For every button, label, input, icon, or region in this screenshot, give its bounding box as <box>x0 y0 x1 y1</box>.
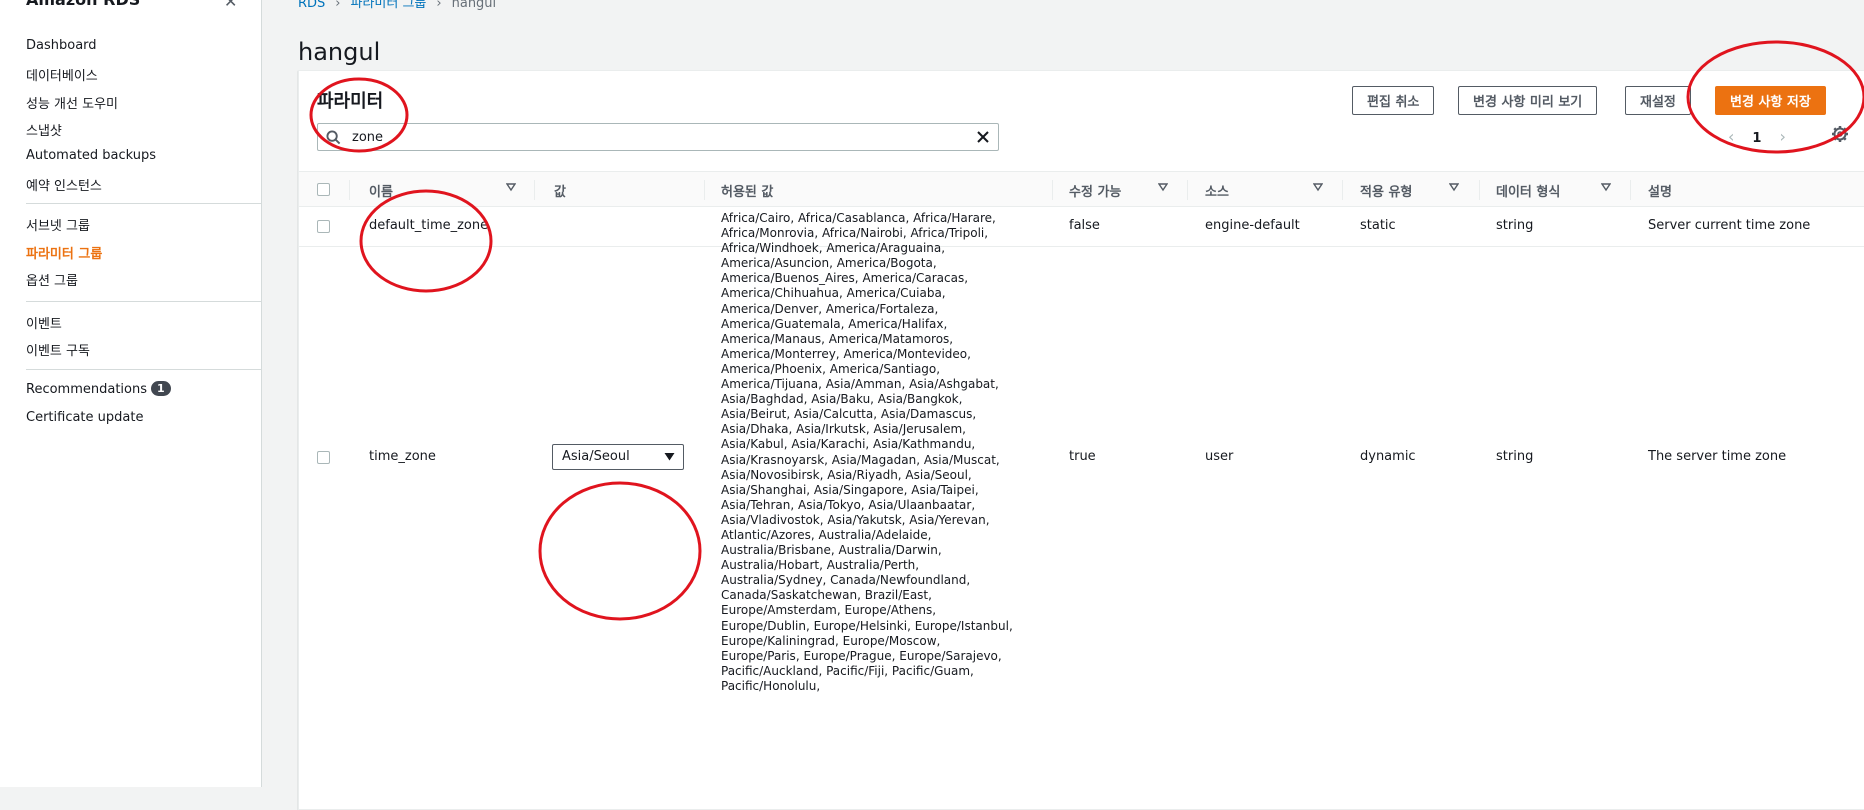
breadcrumb-rds[interactable]: RDS <box>298 0 325 11</box>
search-input[interactable] <box>350 127 950 147</box>
sidebar-item-snapshots[interactable]: 스냅샷 <box>26 120 62 139</box>
search-icon <box>326 130 341 145</box>
sort-caret-icon[interactable] <box>1449 182 1459 192</box>
sidebar-item-performance-insights[interactable]: 성능 개선 도우미 <box>26 93 118 112</box>
sidebar-divider <box>26 301 262 302</box>
caret-down-icon <box>664 453 675 461</box>
selected-value: Asia/Seoul <box>562 449 630 464</box>
column-divider <box>1052 180 1053 200</box>
close-icon[interactable] <box>976 130 990 144</box>
column-header-value[interactable]: 값 <box>554 181 566 200</box>
row-divider <box>299 246 1864 247</box>
sidebar-divider <box>26 369 262 370</box>
sidebar-item-dashboard[interactable]: Dashboard <box>26 38 97 53</box>
param-data-type: string <box>1496 449 1534 464</box>
sidebar-item-automated-backups[interactable]: Automated backups <box>26 148 156 163</box>
sort-caret-icon[interactable] <box>1313 182 1323 192</box>
pagination: ‹ 1 › <box>1719 127 1795 146</box>
chevron-left-icon[interactable]: ‹ <box>1728 127 1734 146</box>
param-description: Server current time zone <box>1648 218 1811 233</box>
param-apply-type: dynamic <box>1360 449 1416 464</box>
breadcrumb: RDS › 파라미터 그룹 › hangul <box>298 0 496 11</box>
search-field[interactable] <box>317 123 999 151</box>
column-header-name[interactable]: 이름 <box>369 181 393 200</box>
column-header-source[interactable]: 소스 <box>1205 181 1229 200</box>
table-header: 이름 값 허용된 값 수정 가능 소스 적용 유형 데이터 형식 설명 <box>299 171 1864 207</box>
column-divider <box>349 180 350 200</box>
param-source: user <box>1205 449 1234 464</box>
param-modifiable: false <box>1069 218 1100 233</box>
allowed-values: Africa/Cairo, Africa/Casablanca, Africa/… <box>721 211 1013 693</box>
sort-caret-icon[interactable] <box>1158 182 1168 192</box>
breadcrumb-parameter-groups[interactable]: 파라미터 그룹 <box>351 0 427 11</box>
page-number[interactable]: 1 <box>1752 131 1761 146</box>
panel-title: 파라미터 <box>317 91 384 112</box>
sidebar-item-databases[interactable]: 데이터베이스 <box>26 65 98 84</box>
sidebar-item-subnet-groups[interactable]: 서브넷 그룹 <box>26 215 90 234</box>
column-header-allowed-values[interactable]: 허용된 값 <box>721 181 773 200</box>
parameters-panel: 파라미터 편집 취소 변경 사항 미리 보기 재설정 변경 사항 저장 ‹1› … <box>298 70 1864 810</box>
param-source: engine-default <box>1205 218 1300 233</box>
sidebar-item-label: Recommendations <box>26 382 148 397</box>
page-title: hangul <box>298 38 381 67</box>
column-header-apply-type[interactable]: 적용 유형 <box>1360 181 1412 200</box>
save-changes-button[interactable]: 변경 사항 저장 <box>1715 86 1826 115</box>
param-name: time_zone <box>369 449 436 464</box>
close-icon[interactable]: ✕ <box>224 0 237 11</box>
param-data-type: string <box>1496 218 1534 233</box>
param-description: The server time zone <box>1648 449 1787 464</box>
column-header-data-type[interactable]: 데이터 형식 <box>1496 181 1560 200</box>
sidebar-item-recommendations[interactable]: Recommendations 1 <box>26 381 171 397</box>
sidebar-item-events[interactable]: 이벤트 <box>26 313 62 332</box>
sidebar-item-option-groups[interactable]: 옵션 그룹 <box>26 270 78 289</box>
row-checkbox[interactable] <box>317 220 330 233</box>
row-checkbox[interactable] <box>317 451 330 464</box>
cancel-edit-button[interactable]: 편집 취소 <box>1352 86 1435 115</box>
column-divider <box>534 180 535 200</box>
sidebar: Amazon RDS ✕ Dashboard 데이터베이스 성능 개선 도우미 … <box>0 0 262 787</box>
sidebar-divider <box>26 203 262 204</box>
param-modifiable: true <box>1069 449 1096 464</box>
preview-changes-button[interactable]: 변경 사항 미리 보기 <box>1458 86 1598 115</box>
sidebar-item-parameter-groups[interactable]: 파라미터 그룹 <box>26 243 102 262</box>
sidebar-header: Amazon RDS <box>26 0 140 9</box>
sidebar-item-event-subscriptions[interactable]: 이벤트 구독 <box>26 340 90 359</box>
column-divider <box>704 180 705 200</box>
param-name: default_time_zone <box>369 218 489 233</box>
chevron-right-icon: › <box>436 0 442 11</box>
sort-caret-icon[interactable] <box>506 182 516 192</box>
param-apply-type: static <box>1360 218 1396 233</box>
sidebar-item-reserved-instances[interactable]: 예약 인스턴스 <box>26 175 102 194</box>
gear-icon[interactable] <box>1831 125 1849 143</box>
breadcrumb-current: hangul <box>451 0 497 11</box>
column-divider <box>1630 180 1631 200</box>
reset-button[interactable]: 재설정 <box>1625 86 1691 115</box>
column-divider <box>1187 180 1188 200</box>
select-all-checkbox[interactable] <box>317 183 330 196</box>
sidebar-item-certificate-update[interactable]: Certificate update <box>26 410 143 425</box>
value-select[interactable]: Asia/Seoul <box>552 444 684 470</box>
column-divider <box>1342 180 1343 200</box>
column-header-description[interactable]: 설명 <box>1648 181 1672 200</box>
chevron-right-icon: › <box>335 0 341 11</box>
count-badge: 1 <box>151 381 171 396</box>
column-divider <box>1479 180 1480 200</box>
column-header-modifiable[interactable]: 수정 가능 <box>1069 181 1121 200</box>
chevron-right-icon[interactable]: › <box>1779 127 1785 146</box>
sort-caret-icon[interactable] <box>1601 182 1611 192</box>
